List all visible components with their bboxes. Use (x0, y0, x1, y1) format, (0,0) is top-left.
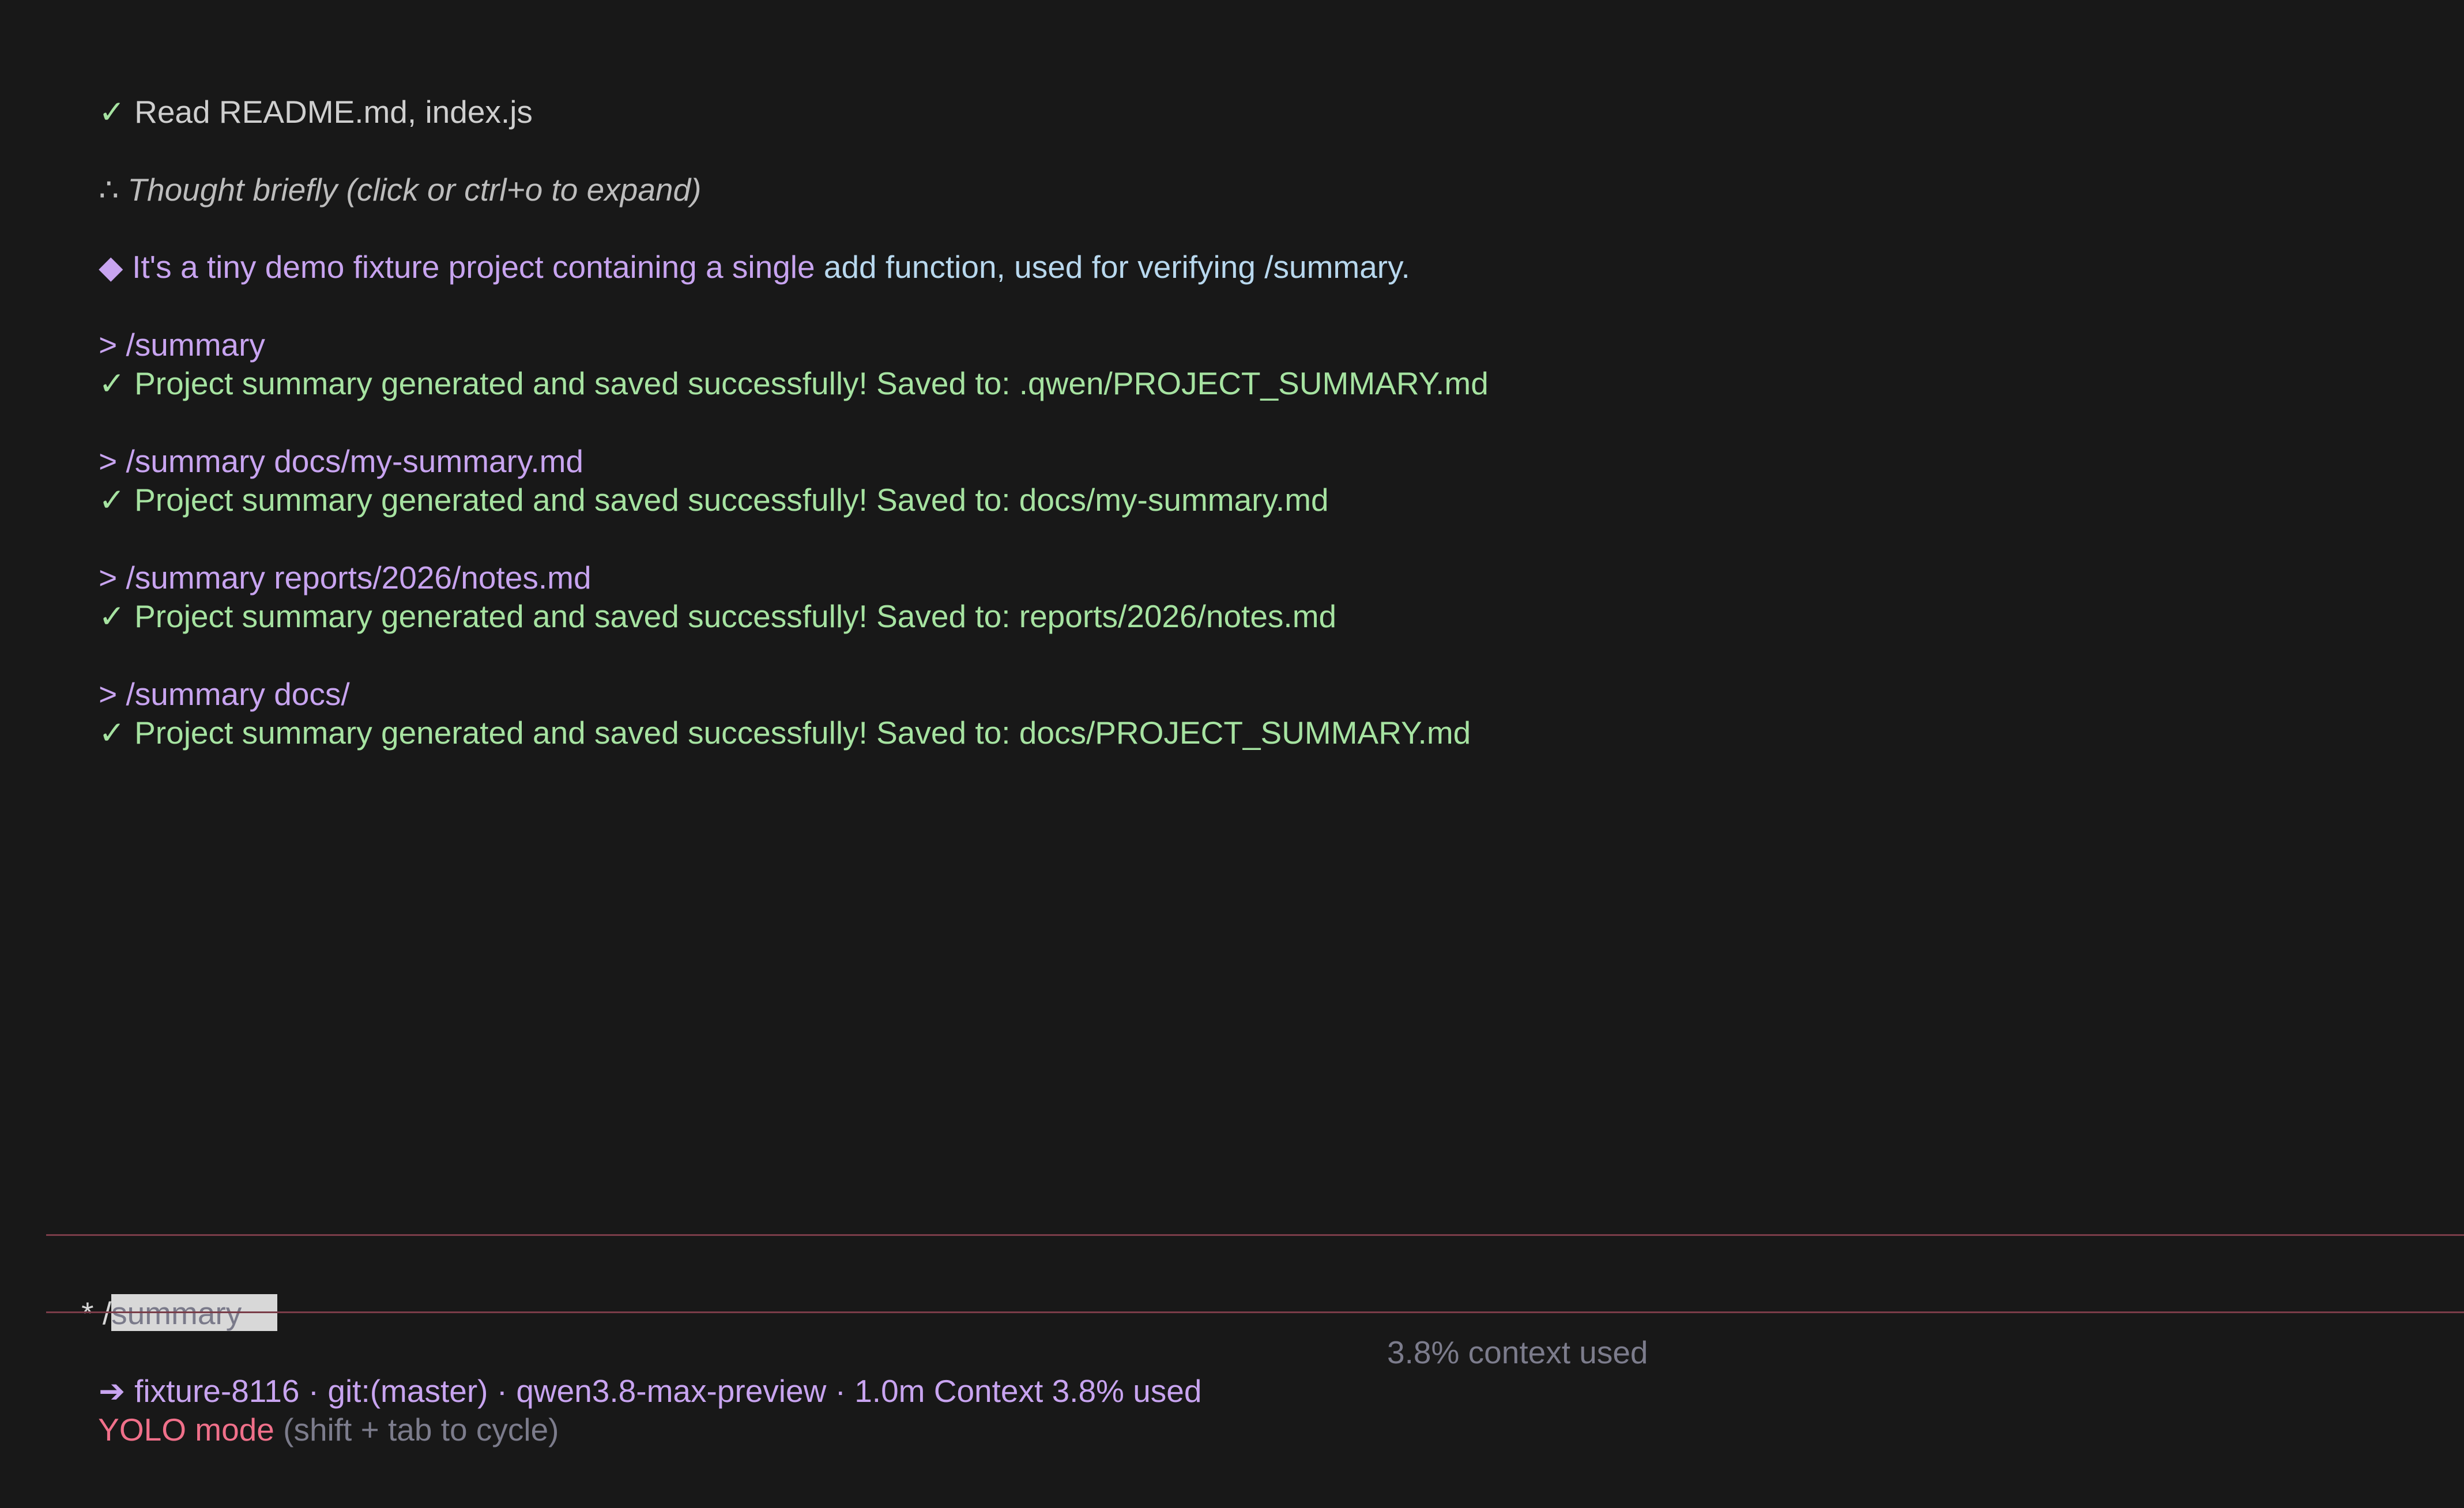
mode-line: YOLO mode (shift + tab to cycle) (63, 1372, 559, 1488)
prompt-typed-text[interactable]: / (103, 1295, 111, 1331)
result-text: Project summary generated and saved succ… (134, 365, 1489, 401)
prompt-input-row[interactable]: * /summary (46, 1256, 278, 1331)
check-icon: ✓ (99, 94, 126, 130)
answer-text-secondary: add function, used for verifying /summar… (815, 249, 1410, 285)
prompt-marker: * (81, 1295, 103, 1331)
check-icon: ✓ (99, 715, 126, 751)
tool-read-text: Read README.md, index.js (134, 94, 533, 130)
mode-hint: (shift + tab to cycle) (274, 1412, 559, 1447)
result-text: Project summary generated and saved succ… (134, 715, 1471, 751)
result-text: Project summary generated and saved succ… (134, 482, 1329, 518)
input-bottom-divider (46, 1311, 2464, 1313)
mode-label[interactable]: YOLO mode (98, 1412, 274, 1447)
answer-text-primary: It's a tiny demo fixture project contain… (132, 249, 815, 285)
diamond-icon: ◆ (99, 249, 123, 285)
check-icon: ✓ (99, 365, 126, 401)
terminal-window: ✓ Read README.md, index.js ∴ Thought brie… (0, 0, 2464, 1508)
check-icon: ✓ (99, 598, 126, 634)
result-text: Project summary generated and saved succ… (134, 598, 1337, 634)
thought-text[interactable]: Thought briefly (click or ctrl+o to expa… (127, 172, 701, 208)
check-icon: ✓ (99, 482, 126, 518)
context-usage: 3.8% context used (1387, 1334, 1648, 1370)
therefore-icon: ∴ (99, 172, 119, 208)
input-top-divider (46, 1234, 2464, 1236)
assistant-answer-line: ◆ It's a tiny demo fixture project contai… (63, 209, 1410, 325)
command-result-4: ✓ Project summary generated and saved suc… (63, 675, 1471, 791)
